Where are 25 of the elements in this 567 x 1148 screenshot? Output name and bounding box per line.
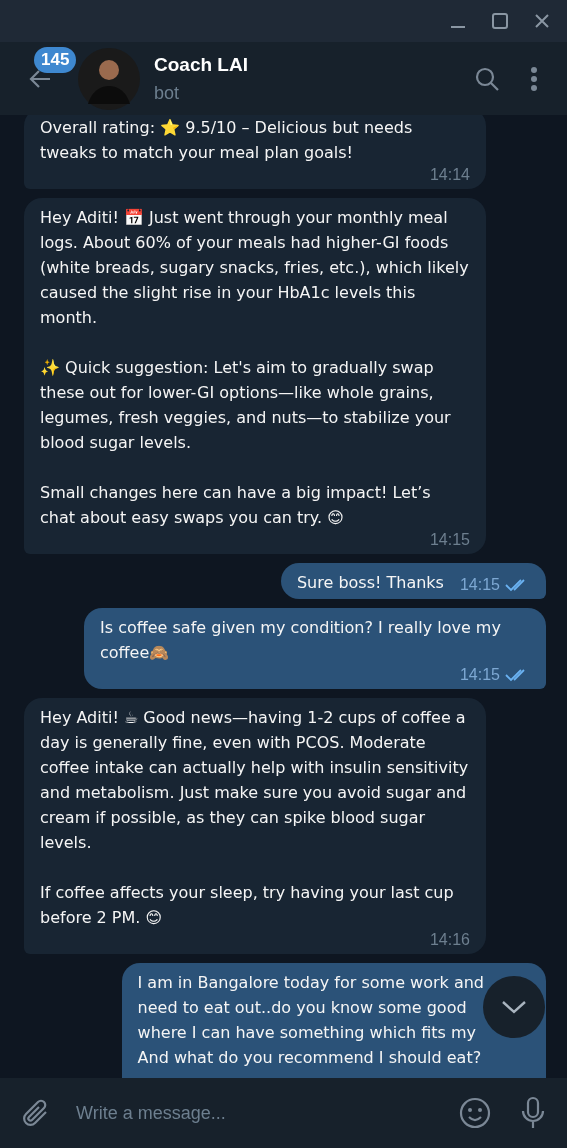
microphone-icon[interactable] <box>521 1096 545 1130</box>
attach-icon[interactable] <box>22 1098 50 1128</box>
message-time: 14:15 <box>459 575 500 595</box>
message-text: Hey Aditi! ☕ Good news—having 1-2 cups of coffee a day is generally fine, even with PCOS. Moderate coffee intake can actually help with insulin sensitivity and metabolism. Just make sure you avoid sugar and cream if possible, as they can spike blood sugar levels. If coffee affects your sleep, try having your last cup before 2 PM. 😊 <box>40 707 470 929</box>
message-time: 14:15 <box>459 665 500 685</box>
unread-badge: 145 <box>34 47 77 73</box>
chat-status: bot <box>154 81 181 105</box>
message-input[interactable]: Write a message... <box>76 1099 443 1127</box>
message-text: Overall rating: ⭐ 9.5/10 – Delicious but needs tweaks to match your meal plan goals! <box>40 117 414 164</box>
message-time: 14:15 <box>429 530 470 550</box>
close-icon[interactable] <box>533 12 551 30</box>
message-text: Sure boss! Thanks <box>296 572 444 594</box>
message-text: Is coffee safe given my condition? I really love my coffee🙈 <box>100 617 502 664</box>
chevron-down-icon <box>501 999 527 1015</box>
back-arrow-icon[interactable] <box>28 68 52 89</box>
more-icon[interactable] <box>530 65 538 92</box>
maximize-icon[interactable] <box>491 12 509 30</box>
message-text: I am in Bangalore today for some work and need to eat out..do you know some good where I can have something which fits my And what do you recommend I should eat? <box>137 972 484 1069</box>
search-icon[interactable] <box>474 65 500 92</box>
message-text: Hey Aditi! 📅 Just went through your monthly meal logs. About 60% of your meals had higher-GI foods (white breads, sugary snacks, fries, etc.), which likely caused the slight rise in your HbA1c levels this month. ✨ Quick suggestion: Let's aim to gradually swap these out for lower-GI options—like whole grains, legumes, fresh veggies, and nuts—to stabilize your blood sugar levels. Small changes here can have a big impact! Let’s chat about easy swaps you can try. 😊 <box>40 207 470 529</box>
message-time: 14:16 <box>429 930 470 950</box>
avatar[interactable] <box>78 47 140 110</box>
emoji-icon[interactable] <box>459 1097 491 1129</box>
message-time: 14:14 <box>429 165 470 185</box>
chat-name: Coach LAI <box>154 52 249 77</box>
